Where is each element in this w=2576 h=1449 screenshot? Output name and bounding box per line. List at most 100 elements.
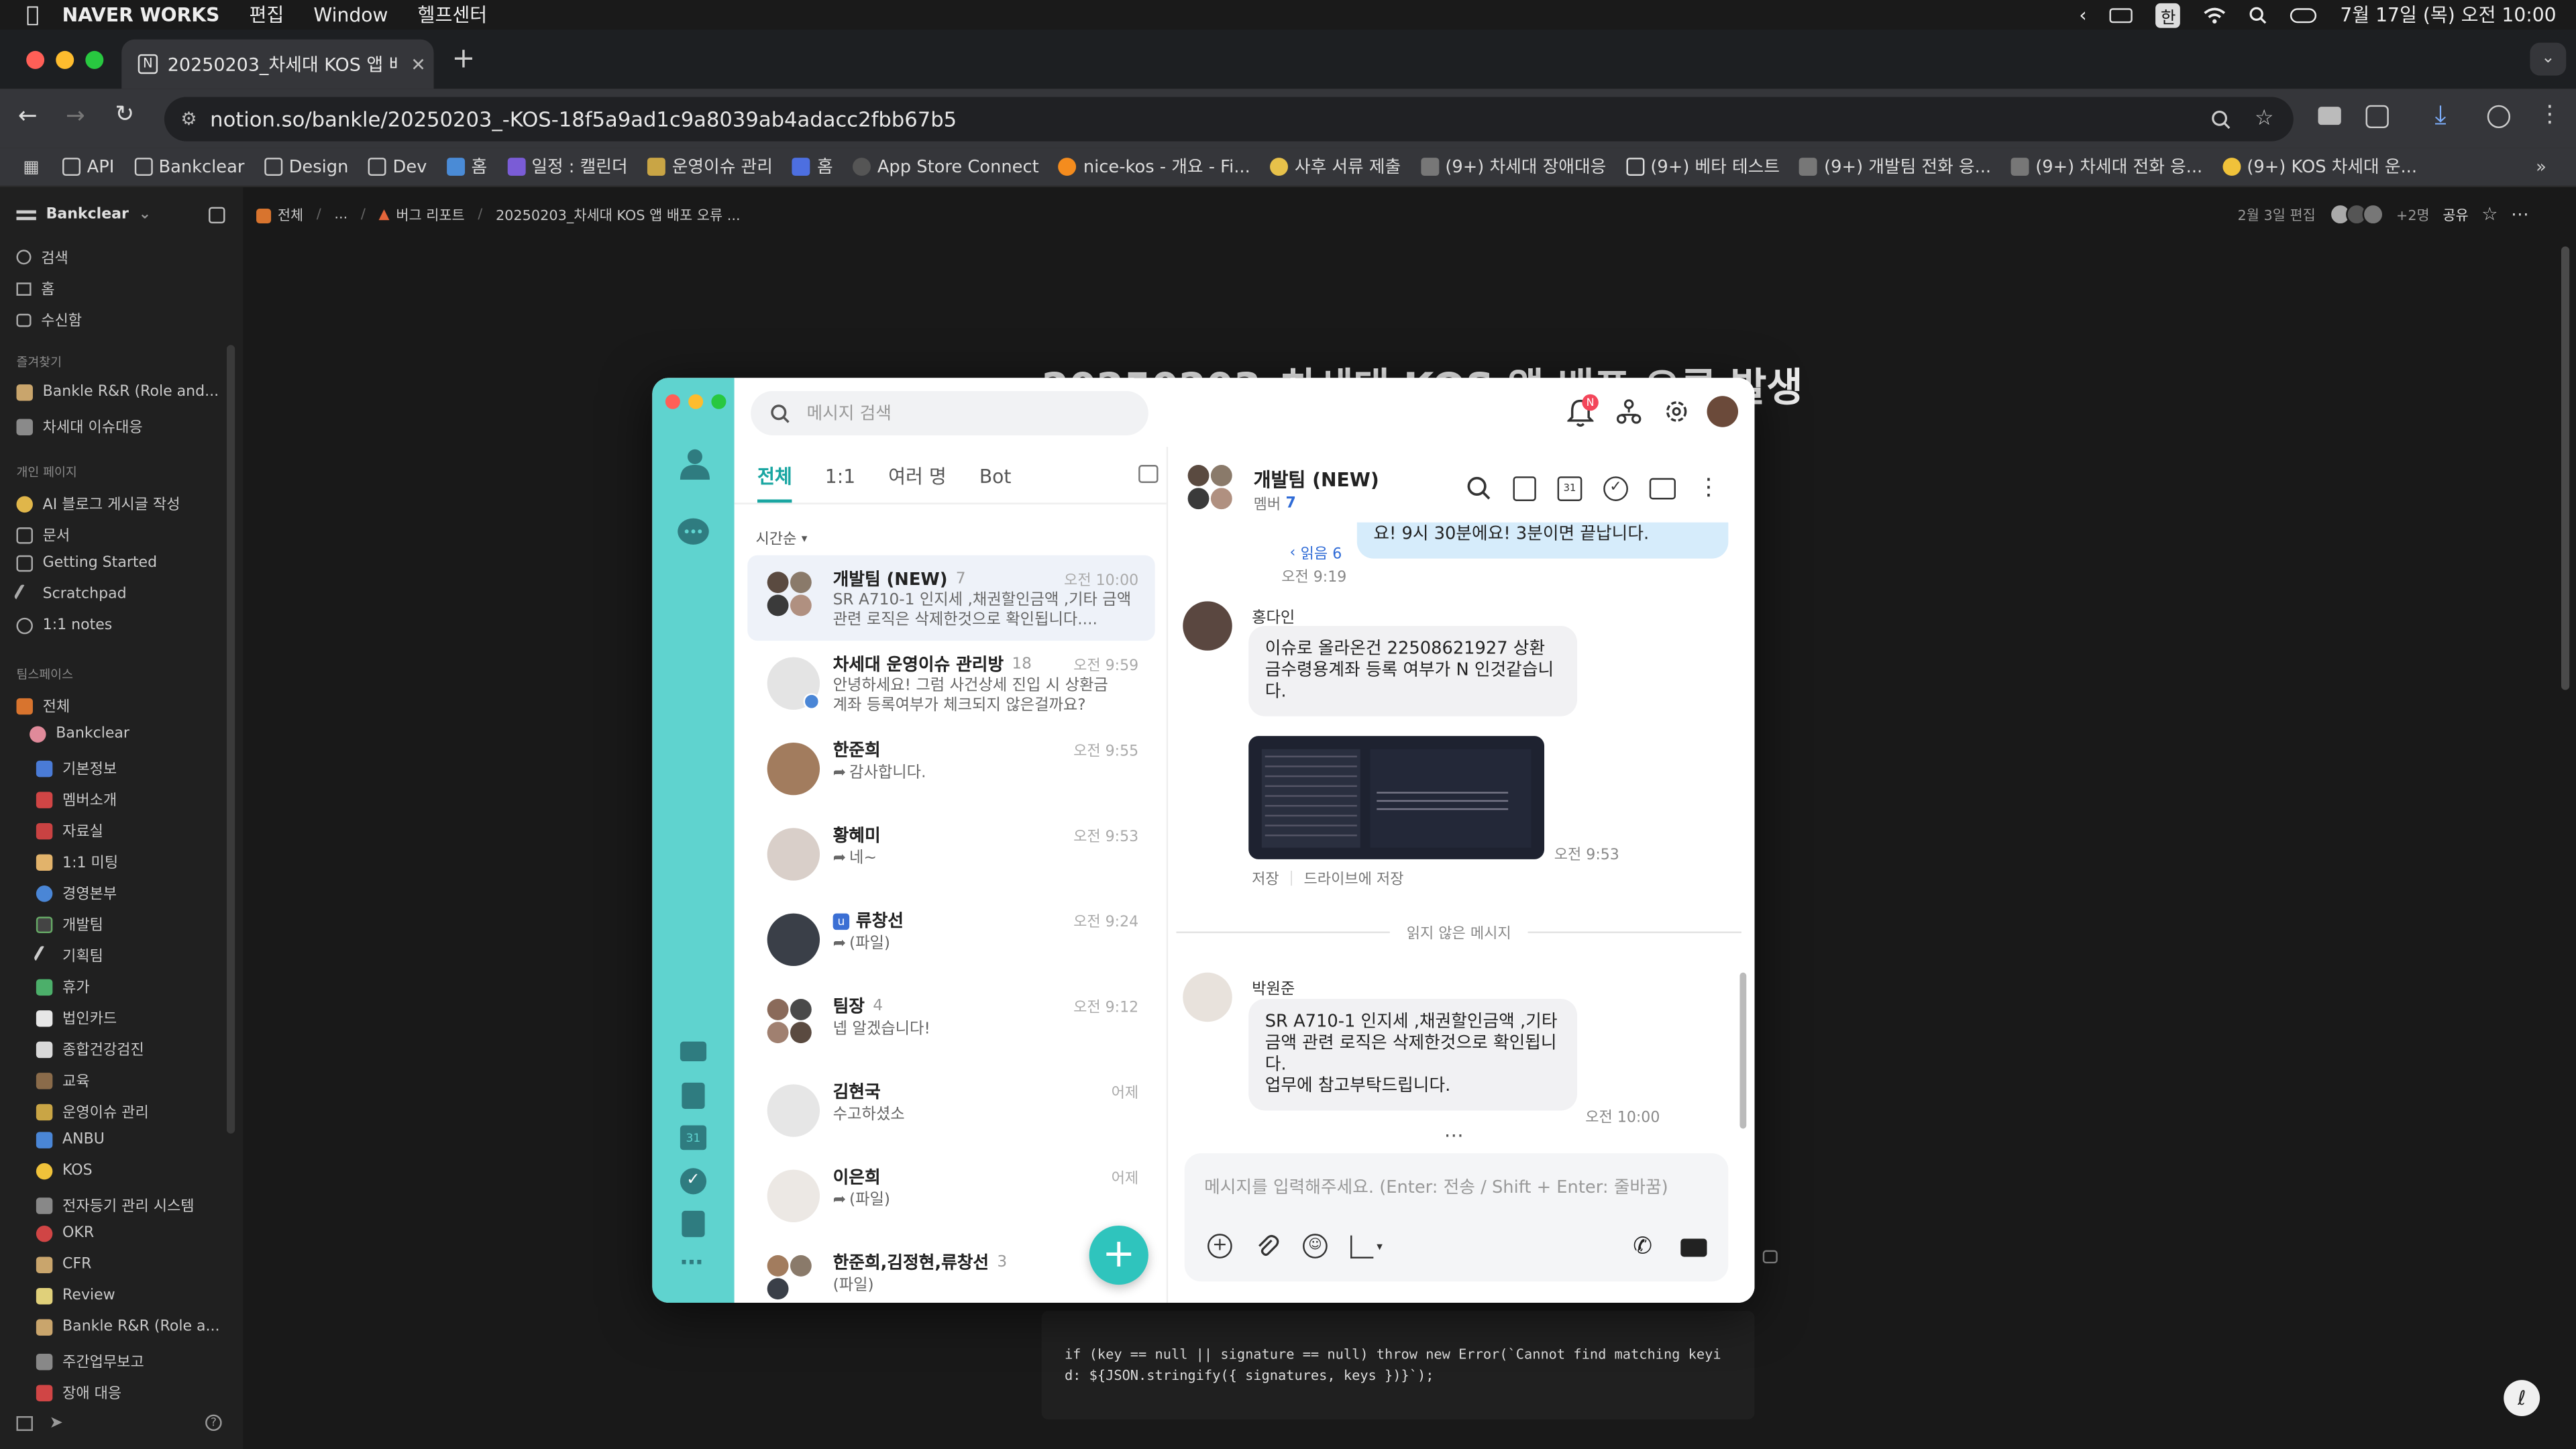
- more-dots-icon[interactable]: ⋯: [1444, 1124, 1464, 1146]
- sidebar-team-management[interactable]: 경영본부: [36, 882, 117, 904]
- bookmark-design[interactable]: Design: [264, 157, 348, 176]
- sidebar-scratchpad[interactable]: Scratchpad: [13, 583, 127, 606]
- message-bubble[interactable]: SR A710-1 인지세 ,채권할인금액 ,기타 금액 관련 로직은 삭제한것…: [1248, 998, 1578, 1111]
- sidebar-team-all[interactable]: 전체: [16, 695, 70, 716]
- message-search-input[interactable]: 메시지 검색: [751, 390, 1148, 435]
- chat-item-hwanghyemi[interactable]: 황혜미 오전 9:53 ➦ 네~: [747, 812, 1155, 897]
- help-icon[interactable]: ?: [205, 1414, 222, 1432]
- sidebar-team-e-registry[interactable]: 전자등기 관리 시스템: [36, 1194, 195, 1216]
- sidebar-team-resources[interactable]: 자료실: [36, 820, 103, 841]
- voice-call-icon[interactable]: ✆: [1633, 1234, 1652, 1260]
- more-vertical-icon[interactable]: ⋮: [1697, 475, 1720, 501]
- chevron-left-icon[interactable]: ‹: [2079, 3, 2086, 26]
- bookmark-post-docs[interactable]: 사후 서류 제출: [1270, 154, 1401, 179]
- extra-members-count[interactable]: +2명: [2396, 205, 2430, 224]
- sidebar-scrollbar[interactable]: [226, 345, 235, 1134]
- site-info-icon[interactable]: ⚙: [180, 109, 197, 130]
- sidebar-home[interactable]: 홈: [16, 278, 55, 299]
- more-bookmarks-icon[interactable]: »: [2536, 157, 2546, 176]
- bookmark-beta-test[interactable]: (9+) 베타 테스트: [1625, 154, 1780, 179]
- sender-avatar[interactable]: [1183, 601, 1232, 651]
- settings-gear-icon[interactable]: [1664, 399, 1689, 424]
- my-profile-avatar[interactable]: [1707, 396, 1739, 427]
- video-call-icon[interactable]: [1680, 1238, 1707, 1257]
- breadcrumb-all[interactable]: 전체: [256, 205, 303, 225]
- favorite-star-icon[interactable]: ☆: [2481, 204, 2498, 225]
- bookmark-calendar[interactable]: 일정 : 캘린더: [506, 154, 628, 179]
- bookmark-kos-ops[interactable]: (9+) KOS 차세대 운...: [2222, 154, 2417, 179]
- maximize-window-button[interactable]: [85, 50, 104, 69]
- sender-avatar[interactable]: [1183, 972, 1232, 1022]
- sidebar-team-cfr[interactable]: CFR: [36, 1256, 91, 1273]
- task-check-icon[interactable]: ✓: [1603, 475, 1628, 500]
- bookmark-nice-kos[interactable]: nice-kos - 개요 - Fi...: [1059, 154, 1250, 179]
- task-check-icon[interactable]: ✓: [680, 1168, 707, 1195]
- chat-room-members[interactable]: 멤버 7: [1254, 493, 1296, 514]
- sidebar-one-on-one-notes[interactable]: 1:1 notes: [16, 617, 112, 635]
- minimize-window-button[interactable]: [688, 394, 704, 409]
- sidebar-team-bankclear[interactable]: Bankclear: [30, 726, 129, 743]
- message-bubble-mine[interactable]: 팀별 업무 보고 건으로 대부 회의실에 모여주세요! 9시 30분에요! 3분…: [1356, 522, 1729, 559]
- save-button[interactable]: 저장: [1252, 867, 1279, 888]
- chat-item-ops-room[interactable]: 차세대 운영이슈 관리방 18 오전 9:59 안녕하세요! 그럼 사건상세 진입…: [747, 641, 1155, 726]
- ime-indicator[interactable]: 한: [2155, 2, 2181, 28]
- chat-item-ryuchangseon[interactable]: u 류창선 오전 9:24 ➦ (파일): [747, 897, 1155, 982]
- zoom-icon[interactable]: [2212, 109, 2231, 129]
- bookmark-bankclear[interactable]: Bankclear: [133, 157, 244, 176]
- folder-icon[interactable]: [1649, 477, 1676, 499]
- apps-grid-icon[interactable]: ▦: [23, 157, 39, 176]
- close-window-button[interactable]: [665, 394, 680, 409]
- contacts-icon[interactable]: [678, 447, 711, 480]
- sidebar-docs[interactable]: 문서: [16, 524, 70, 545]
- page-scrollbar[interactable]: [2561, 246, 2570, 690]
- camera-icon[interactable]: [2318, 107, 2341, 125]
- menu-help[interactable]: 헬프센터: [418, 1, 488, 28]
- sidebar-team-okr[interactable]: OKR: [36, 1225, 94, 1242]
- save-to-drive-button[interactable]: 드라이브에 저장: [1304, 867, 1404, 888]
- sidebar-team-incident[interactable]: 장애 대응: [36, 1382, 121, 1403]
- sidebar-team-health[interactable]: 종합건강검진: [36, 1038, 144, 1060]
- tab-bot[interactable]: Bot: [979, 465, 1012, 501]
- favorites-header[interactable]: 즐겨찾기: [16, 354, 62, 372]
- sidebar-fav-next-issues[interactable]: 차세대 이슈대응: [16, 416, 143, 437]
- close-window-button[interactable]: [26, 50, 45, 69]
- sidebar-fav-bankle-rr[interactable]: Bankle R&R (Role and...: [16, 384, 219, 401]
- more-apps-icon[interactable]: ⋯: [680, 1250, 703, 1277]
- chat-item-dev-team[interactable]: 개발팀 (NEW) 7 오전 10:00 SR A710-1 인지세 ,채권할인금…: [747, 555, 1155, 641]
- bookmark-next-phone[interactable]: (9+) 차세대 전화 응...: [2010, 154, 2202, 179]
- comment-icon[interactable]: [1762, 1250, 1778, 1264]
- emoji-icon[interactable]: ☺: [1303, 1234, 1328, 1258]
- apple-icon[interactable]: : [26, 3, 39, 28]
- private-header[interactable]: 개인 페이지: [16, 464, 76, 482]
- keyboard-icon[interactable]: [2109, 7, 2133, 23]
- screenshot-attachment[interactable]: [1248, 736, 1545, 859]
- sidebar-team-planning[interactable]: 기획팀: [33, 944, 103, 967]
- sidebar-search[interactable]: 검색: [16, 246, 68, 268]
- bookmark-home-2[interactable]: 홈: [792, 154, 833, 179]
- new-tab-button[interactable]: +: [451, 43, 475, 76]
- bookmark-incident[interactable]: (9+) 차세대 장애대응: [1420, 154, 1606, 179]
- share-button[interactable]: 공유: [2443, 205, 2468, 224]
- calendar-icon[interactable]: 31: [1557, 475, 1582, 500]
- sidebar-team-vacation[interactable]: 휴가: [36, 976, 90, 998]
- bookmark-api[interactable]: API: [62, 157, 114, 176]
- bookmark-ops-issues[interactable]: 운영이슈 관리: [647, 154, 773, 179]
- paperclip-icon[interactable]: [1255, 1234, 1280, 1258]
- chat-item-leeeunhee[interactable]: 이은희 어제 ➦ (파일): [747, 1153, 1155, 1238]
- profile-icon[interactable]: [2487, 105, 2511, 129]
- search-icon[interactable]: [1465, 475, 1491, 501]
- back-button[interactable]: ←: [18, 103, 38, 129]
- bookmark-dev[interactable]: Dev: [368, 157, 427, 176]
- sidebar-team-review[interactable]: Review: [36, 1288, 115, 1305]
- send-icon[interactable]: ➤: [49, 1415, 63, 1433]
- message-bubble[interactable]: 이슈로 올라온건 22508621927 상환금수령용계좌 등록 여부가 N 인…: [1248, 626, 1578, 716]
- tab-group[interactable]: 여러 명: [888, 464, 947, 503]
- collapse-panel-icon[interactable]: [1138, 465, 1159, 484]
- chat-item-team-leader[interactable]: 팀장 4 오전 9:12 넵 알겠습니다!: [747, 982, 1155, 1067]
- message-scrollbar[interactable]: [1739, 972, 1747, 1129]
- sidebar-team-bankle-rr[interactable]: Bankle R&R (Role a...: [36, 1319, 220, 1336]
- workspace-switcher[interactable]: Bankclear ⌄: [16, 207, 151, 223]
- close-tab-icon[interactable]: ✕: [411, 54, 426, 75]
- tab-all[interactable]: 전체: [757, 464, 792, 503]
- teamspace-header[interactable]: 팀스페이스: [16, 665, 72, 684]
